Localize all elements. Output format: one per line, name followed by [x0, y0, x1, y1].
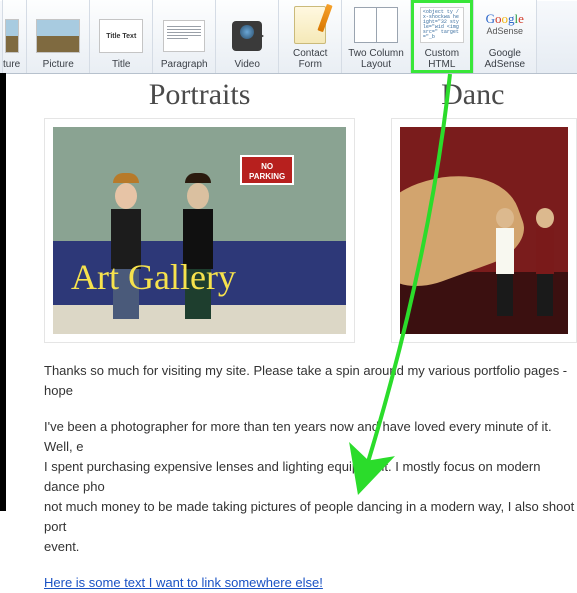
graffiti-text-icon: Art Gallery: [71, 256, 236, 298]
two-column-icon: [353, 5, 399, 45]
tool-label: Paragraph: [161, 59, 208, 70]
card-title: Portraits: [44, 78, 355, 112]
tool-label: ture: [3, 59, 20, 70]
body-paragraph: Thanks so much for visiting my site. Ple…: [44, 361, 577, 401]
no-parking-sign-icon: NOPARKING: [240, 155, 294, 185]
landscape-icon: [35, 16, 81, 56]
custom-html-tool[interactable]: <object ty /x-shockwa height="32 style="…: [411, 0, 474, 73]
contact-form-tool[interactable]: Contact Form: [279, 0, 342, 73]
paragraph-icon: [161, 16, 207, 56]
html-code-icon: <object ty /x-shockwa height="32 style="…: [419, 5, 465, 45]
dancer-icon: [490, 208, 520, 318]
tool-label: Custom HTML: [425, 48, 459, 70]
tool-label: Contact Form: [293, 48, 327, 70]
tool-label: Two Column Layout: [348, 48, 404, 70]
portraits-image: NOPARKING Art Gallery: [53, 127, 346, 334]
paragraph-tool[interactable]: Paragraph: [153, 0, 216, 73]
google-adsense-tool[interactable]: GoogleAdSense Google AdSense: [474, 0, 537, 73]
card-title: Danc: [391, 78, 577, 112]
body-paragraph: I've been a photographer for more than t…: [44, 417, 577, 557]
custom-link[interactable]: Here is some text I want to link somewhe…: [44, 575, 323, 590]
dance-image: [400, 127, 568, 334]
form-pen-icon: [287, 5, 333, 45]
editor-toolbar: ture Picture Title Text Title Paragraph …: [0, 0, 577, 74]
video-camera-icon: [224, 16, 270, 56]
tool-label: Google AdSense: [485, 48, 526, 70]
tool-label: Video: [235, 59, 260, 70]
two-column-layout-tool[interactable]: Two Column Layout: [342, 0, 411, 73]
portfolio-card-portraits[interactable]: Portraits NOPARKING Art Gallery: [44, 78, 355, 343]
page-canvas: Portraits NOPARKING Art Gallery Danc: [10, 74, 577, 593]
portfolio-card-dance[interactable]: Danc: [391, 78, 577, 343]
dancer-icon: [530, 208, 560, 318]
picture-tool[interactable]: Picture: [27, 0, 90, 73]
landscape-icon: [5, 16, 19, 56]
image-frame: NOPARKING Art Gallery: [44, 118, 355, 343]
image-frame: [391, 118, 577, 343]
body-text-block[interactable]: Thanks so much for visiting my site. Ple…: [44, 361, 577, 593]
picture-tool-cropped[interactable]: ture: [2, 0, 27, 73]
video-tool[interactable]: Video: [216, 0, 279, 73]
title-text-icon: Title Text: [98, 16, 144, 56]
title-tool[interactable]: Title Text Title: [90, 0, 153, 73]
canvas-edge: [0, 73, 6, 511]
tool-label: Title: [112, 59, 131, 70]
google-adsense-icon: GoogleAdSense: [482, 5, 528, 45]
tool-label: Picture: [43, 59, 74, 70]
